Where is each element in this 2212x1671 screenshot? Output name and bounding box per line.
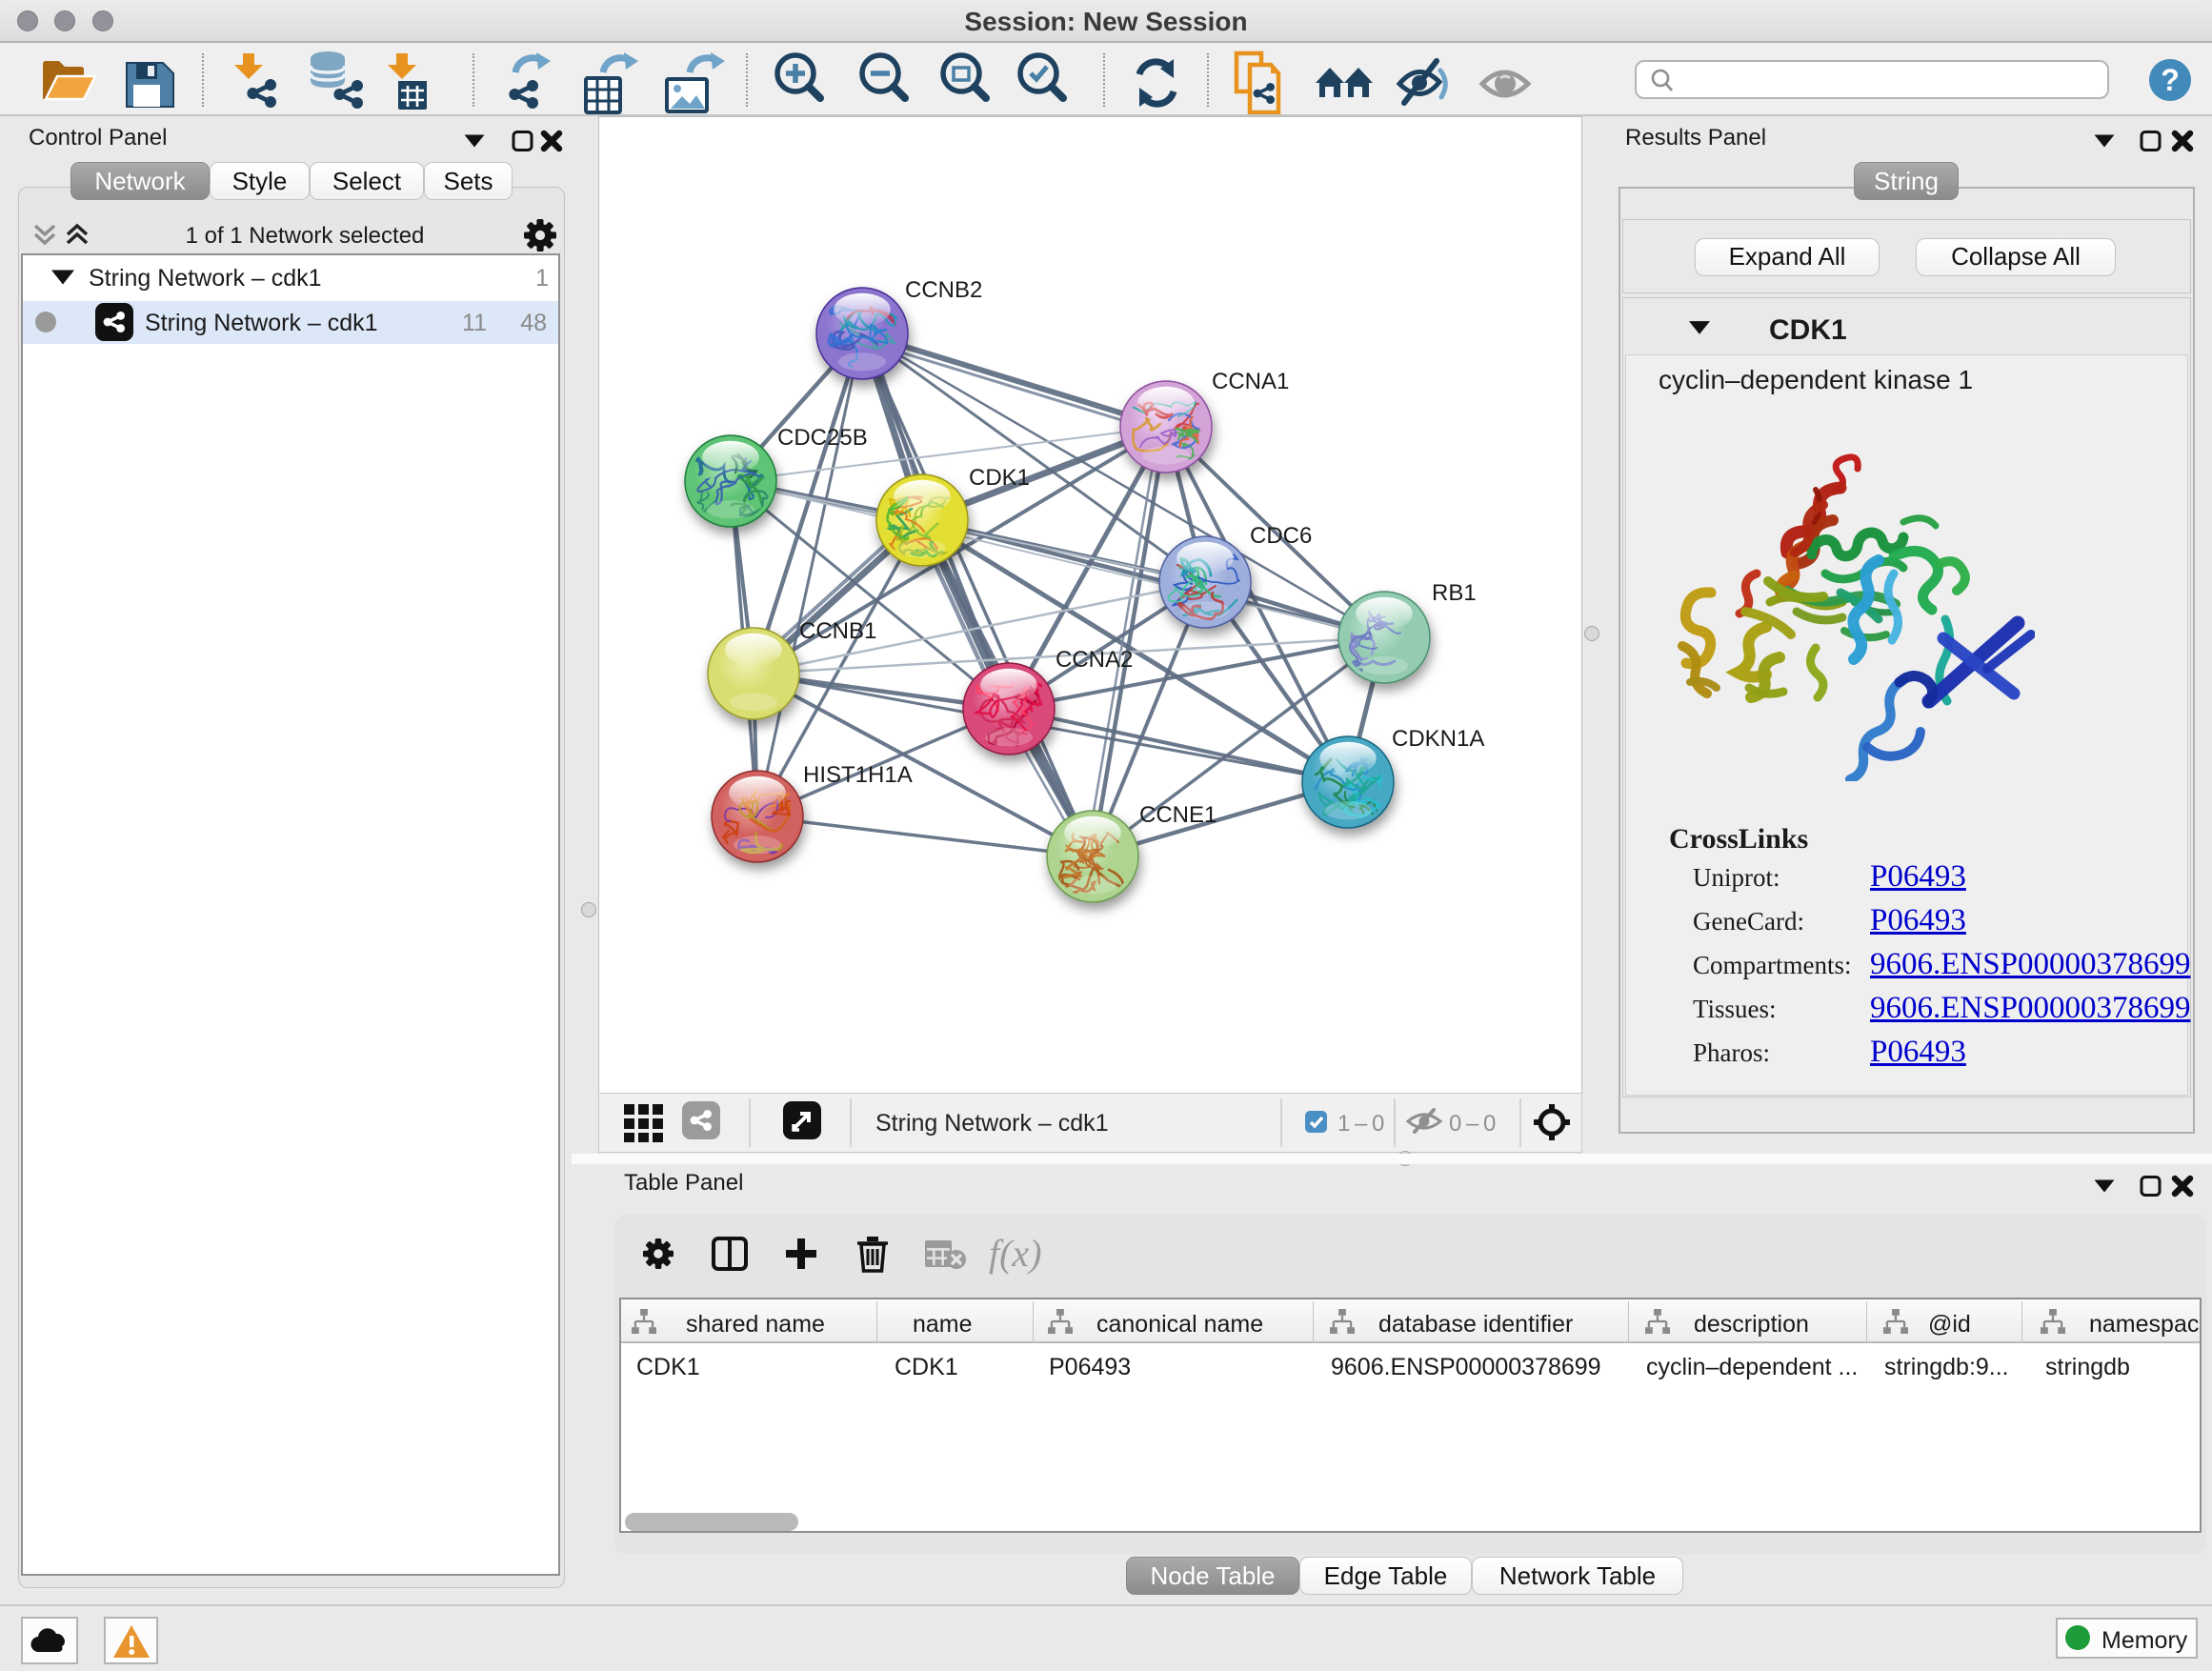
- svg-text:CCNA2: CCNA2: [1056, 647, 1133, 673]
- svg-text:CCNA1: CCNA1: [1212, 369, 1289, 394]
- svg-text:CCNB2: CCNB2: [905, 277, 982, 303]
- svg-text:CDKN1A: CDKN1A: [1392, 726, 1484, 752]
- svg-text:CDC6: CDC6: [1250, 523, 1312, 549]
- svg-text:CCNE1: CCNE1: [1139, 802, 1217, 828]
- svg-text:CDK1: CDK1: [969, 465, 1030, 491]
- svg-text:RB1: RB1: [1432, 580, 1477, 606]
- svg-text:CCNB1: CCNB1: [799, 618, 876, 644]
- svg-text:HIST1H1A: HIST1H1A: [803, 762, 913, 788]
- svg-text:CDC25B: CDC25B: [777, 425, 868, 451]
